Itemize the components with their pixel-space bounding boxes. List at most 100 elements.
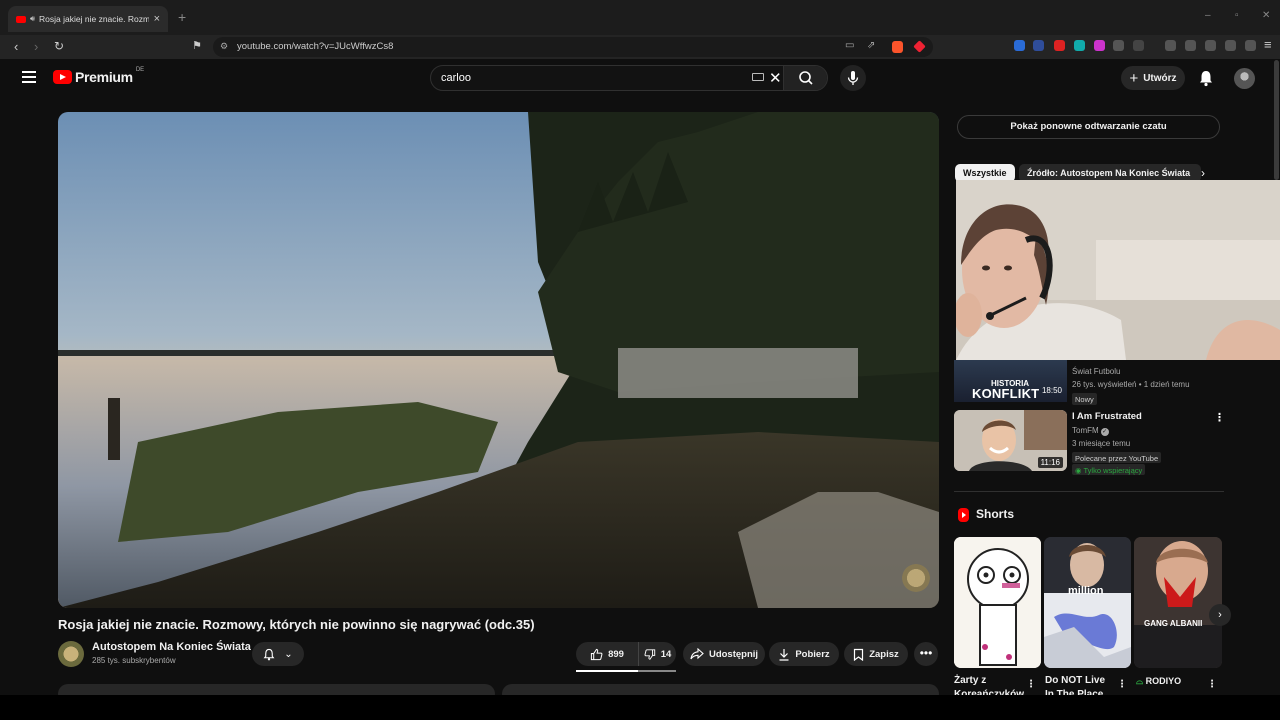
- more-options-icon[interactable]: ⋮: [1207, 679, 1217, 690]
- channel-watermark-icon[interactable]: [902, 564, 930, 592]
- logo-text: Premium: [75, 69, 133, 85]
- maximize-button[interactable]: ▫: [1235, 10, 1239, 21]
- video-player[interactable]: [58, 112, 939, 608]
- leo-icon[interactable]: [1225, 40, 1236, 51]
- more-options-icon[interactable]: ⋮: [1026, 679, 1036, 690]
- like-button[interactable]: 899: [576, 642, 638, 666]
- keyboard-icon[interactable]: [752, 73, 764, 81]
- channel-name[interactable]: Autostopem Na Koniec Świata: [92, 641, 251, 653]
- share-label: Udostępnij: [708, 648, 759, 660]
- avatar[interactable]: [1234, 68, 1255, 89]
- short-thumbnail: [1134, 537, 1222, 668]
- menu-icon[interactable]: ≡: [1264, 37, 1272, 52]
- forward-icon[interactable]: ›: [34, 39, 38, 54]
- more-options-icon[interactable]: ⋮: [1214, 411, 1225, 424]
- shorts-next-button[interactable]: ›: [1209, 604, 1231, 626]
- share-button[interactable]: Udostępnij: [683, 642, 765, 666]
- bell-icon: [263, 648, 275, 660]
- thumbs-down-icon: [644, 648, 655, 660]
- short-thumbnail-text: million: [1068, 585, 1104, 597]
- brave-rewards-icon[interactable]: [913, 40, 926, 53]
- search-input[interactable]: carloo: [441, 72, 471, 84]
- search-button[interactable]: [783, 66, 827, 90]
- back-icon[interactable]: ‹: [14, 39, 18, 54]
- more-options-icon[interactable]: ⋮: [1117, 679, 1127, 690]
- vpn-icon[interactable]: [1245, 40, 1256, 51]
- share-page-icon[interactable]: ⇗: [867, 40, 875, 51]
- browser-tab-bar: 🔊︎ Rosja jakiej nie znacie. Rozmo × + – …: [0, 0, 1280, 35]
- close-window-button[interactable]: ✕: [1262, 10, 1270, 21]
- more-actions-button[interactable]: •••: [914, 642, 938, 666]
- site-info-icon[interactable]: ⚙: [220, 41, 228, 52]
- new-badge: Nowy: [1072, 393, 1097, 405]
- country-code: DE: [135, 67, 145, 73]
- extension-icon[interactable]: [1054, 40, 1065, 51]
- bell-icon: [1200, 71, 1212, 87]
- video-title: Rosja jakiej nie znacie. Rozmowy, któryc…: [58, 617, 535, 632]
- youtube-favicon-icon: [16, 15, 26, 23]
- short-title[interactable]: Żarty z Koreańczyków: [954, 674, 1024, 696]
- extension-icon[interactable]: [1033, 40, 1044, 51]
- subscribed-bell-button[interactable]: ⌄: [252, 642, 304, 666]
- media-icon[interactable]: [1165, 40, 1176, 51]
- share-icon: [690, 648, 704, 660]
- video-frame: [58, 112, 939, 608]
- recommended-channel[interactable]: Świat Futbolu: [1072, 367, 1120, 376]
- extension-icon[interactable]: [1014, 40, 1025, 51]
- like-count: 899: [608, 648, 624, 660]
- brave-shield-icon[interactable]: [892, 41, 903, 53]
- dislike-button[interactable]: 14: [638, 642, 676, 666]
- short-card[interactable]: million: [1044, 537, 1131, 668]
- extension-icon[interactable]: [1074, 40, 1085, 51]
- show-chat-replay-button[interactable]: Pokaż ponowne odtwarzanie czatu: [957, 115, 1220, 139]
- browser-tab[interactable]: 🔊︎ Rosja jakiej nie znacie. Rozmo ×: [8, 6, 168, 32]
- extension-icon[interactable]: [1094, 40, 1105, 51]
- short-card[interactable]: GANG ALBANII: [1134, 537, 1222, 668]
- channel-avatar[interactable]: [58, 641, 84, 667]
- minimize-button[interactable]: –: [1205, 10, 1211, 21]
- url-text: youtube.com/watch?v=JUcWffwzCs8: [237, 41, 394, 52]
- speaker-icon[interactable]: 🔊︎: [30, 14, 35, 24]
- recommended-title[interactable]: I Am Frustrated: [1072, 411, 1142, 422]
- download-button[interactable]: Pobierz: [769, 642, 839, 666]
- video-duration: 11:16: [1037, 457, 1063, 468]
- short-card[interactable]: [954, 537, 1041, 668]
- extensions-puzzle-icon[interactable]: [1113, 40, 1124, 51]
- recommended-thumbnail[interactable]: HISTORIA KONFLIKT 18:50: [954, 360, 1067, 402]
- new-tab-button[interactable]: +: [178, 9, 186, 25]
- save-button[interactable]: Zapisz: [844, 642, 908, 666]
- bookmark-icon: [854, 648, 864, 661]
- extension-icon[interactable]: [1133, 40, 1144, 51]
- notifications-button[interactable]: [1198, 69, 1214, 92]
- cast-icon[interactable]: ▭: [845, 40, 854, 51]
- url-bar[interactable]: ⚙ youtube.com/watch?v=JUcWffwzCs8 ▭ ⇗: [213, 37, 933, 57]
- wallet-icon[interactable]: [1205, 40, 1216, 51]
- search-box[interactable]: carloo ✕: [430, 65, 828, 91]
- address-toolbar: ‹ › ↻ ⚑ ⚙ youtube.com/watch?v=JUcWffwzCs…: [0, 35, 1280, 59]
- youtube-logo[interactable]: Premium DE: [53, 67, 145, 85]
- plus-icon: +: [1129, 69, 1139, 87]
- voice-search-button[interactable]: [840, 65, 866, 91]
- tab-title: Rosja jakiej nie znacie. Rozmo: [39, 14, 149, 24]
- tab-close-icon[interactable]: ×: [154, 13, 160, 25]
- webcam-overlay: [956, 180, 1280, 360]
- reload-icon[interactable]: ↻: [54, 39, 64, 53]
- hamburger-menu-icon[interactable]: [22, 71, 36, 86]
- short-thumbnail: [1044, 537, 1131, 668]
- sidebar-icon[interactable]: [1185, 40, 1196, 51]
- short-title[interactable]: ⌓ RODIYO: [1136, 674, 1206, 696]
- thumbs-up-icon: [590, 648, 603, 660]
- members-label: Tylko wspierający: [1083, 466, 1143, 475]
- short-title[interactable]: Do NOT Live In The Place: [1045, 674, 1115, 696]
- recommended-channel[interactable]: TomFM ✓: [1072, 426, 1109, 436]
- bookmark-icon[interactable]: ⚑: [192, 39, 202, 52]
- page-scrollbar[interactable]: [1274, 60, 1279, 180]
- create-button[interactable]: + Utwórz: [1121, 66, 1185, 90]
- chevron-right-icon[interactable]: ›: [1201, 166, 1205, 180]
- download-icon: [779, 648, 789, 661]
- save-label: Zapisz: [869, 648, 899, 660]
- youtube-header: Premium DE carloo ✕ + Utwórz: [0, 59, 1280, 99]
- clear-search-icon[interactable]: ✕: [769, 69, 782, 87]
- recommended-thumbnail[interactable]: 11:16: [954, 410, 1067, 471]
- video-duration: 18:50: [1041, 386, 1062, 395]
